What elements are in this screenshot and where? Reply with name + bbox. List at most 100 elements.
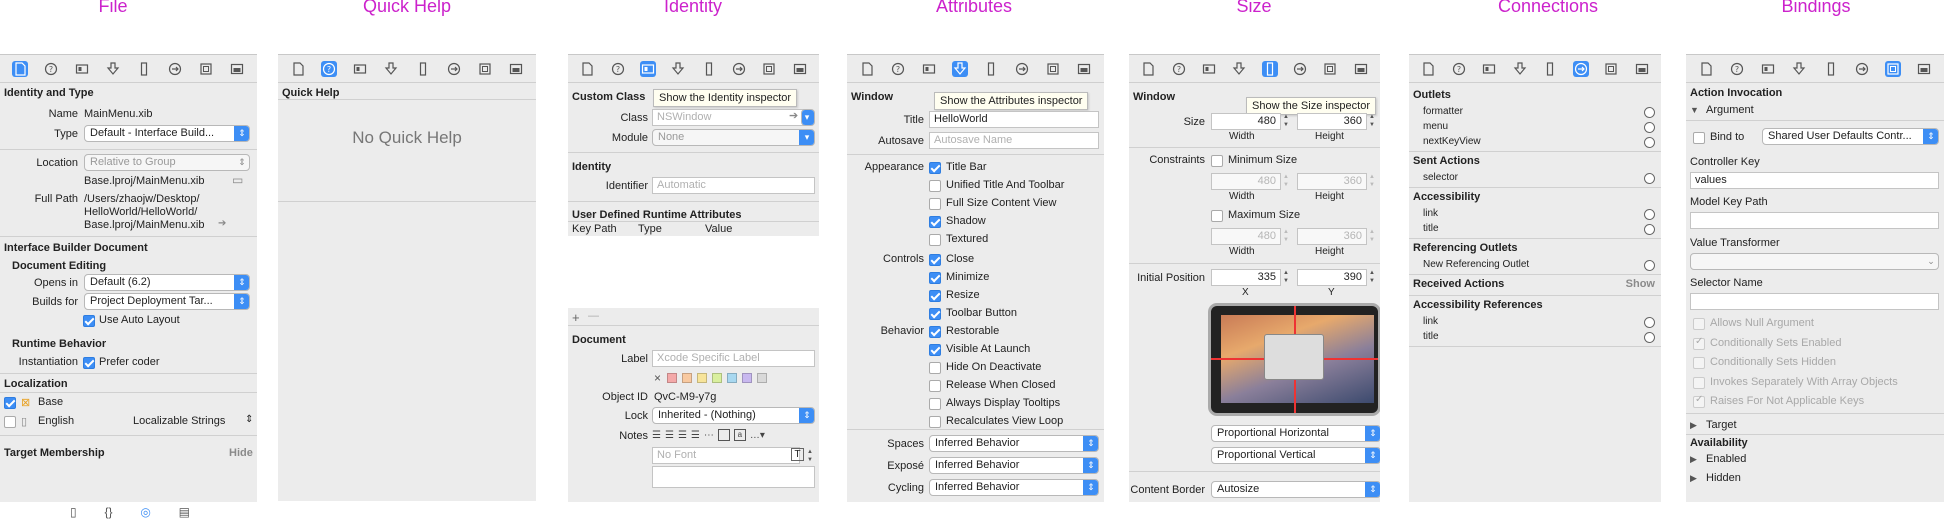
justify-icon[interactable]: ☰ [691, 430, 700, 441]
attributes-icon[interactable] [951, 60, 968, 77]
target-label[interactable]: Target [1706, 419, 1737, 431]
controller-key-field[interactable]: values [1690, 172, 1939, 189]
label-color-swatch[interactable] [667, 373, 677, 383]
identity-icon[interactable] [1201, 61, 1217, 77]
attributes-icon[interactable] [105, 61, 121, 77]
natural-align-icon[interactable]: ⋯ [704, 430, 714, 441]
align-center-icon[interactable]: ☰ [665, 430, 674, 441]
file-icon[interactable] [290, 61, 306, 77]
bindings-icon[interactable] [198, 61, 214, 77]
align-left-icon[interactable]: ☰ [652, 430, 661, 441]
attr-checkbox[interactable] [929, 362, 941, 374]
size-icon[interactable] [983, 61, 999, 77]
bind-to-checkbox[interactable] [1693, 132, 1705, 144]
show-button[interactable]: Show [1626, 278, 1655, 290]
quick-help-icon[interactable]: ? [610, 61, 626, 77]
loc-english-checkbox[interactable] [4, 416, 16, 428]
connection-well-icon[interactable] [1644, 209, 1655, 220]
module-popup[interactable]: None ▾ [652, 129, 815, 146]
udra-table[interactable] [568, 236, 819, 308]
connections-icon[interactable] [1292, 61, 1308, 77]
size-icon[interactable] [1261, 60, 1278, 77]
attr-checkbox[interactable] [929, 398, 941, 410]
file-template-icon[interactable]: ▯ [70, 505, 77, 521]
max-height-stepper[interactable]: ▲ ▼ [1368, 228, 1376, 245]
height-field[interactable]: 360 [1297, 113, 1367, 130]
autosave-field[interactable]: Autosave Name [929, 132, 1099, 149]
connections-icon[interactable] [446, 61, 462, 77]
label-color-swatch[interactable] [742, 373, 752, 383]
effects-icon[interactable] [508, 61, 524, 77]
hidden-label[interactable]: Hidden [1706, 472, 1741, 484]
binding-option-checkbox[interactable] [1693, 336, 1705, 350]
effects-icon[interactable] [1634, 61, 1650, 77]
identity-icon[interactable] [1481, 61, 1497, 77]
class-field[interactable]: NSWindow [652, 109, 806, 126]
bind-to-popup[interactable]: Shared User Defaults Contr... ⇕ [1762, 128, 1939, 145]
quick-help-icon[interactable]: ? [1171, 61, 1187, 77]
file-icon[interactable] [11, 60, 28, 77]
width-stepper[interactable]: ▲ ▼ [1282, 113, 1290, 130]
col-type[interactable]: Type [638, 223, 662, 235]
x-field[interactable]: 335 [1211, 269, 1281, 286]
model-key-path-field[interactable] [1690, 212, 1939, 229]
identity-icon[interactable] [352, 61, 368, 77]
size-icon[interactable] [1542, 61, 1558, 77]
screen-position-preview[interactable] [1208, 303, 1380, 416]
identity-icon[interactable] [921, 61, 937, 77]
file-icon[interactable] [1698, 61, 1714, 77]
size-icon[interactable] [1823, 61, 1839, 77]
connections-icon[interactable] [1572, 60, 1589, 77]
quick-help-icon[interactable]: ? [320, 60, 337, 77]
min-height-field[interactable]: 360 [1297, 173, 1367, 190]
identifier-field[interactable]: Automatic [652, 177, 815, 194]
loc-english-value[interactable]: Localizable Strings [133, 415, 225, 427]
spaces-popup[interactable]: Inferred Behavior ⇕ [929, 435, 1099, 452]
connections-icon[interactable] [1854, 61, 1870, 77]
attr-checkbox[interactable] [929, 344, 941, 356]
attr-checkbox[interactable] [929, 234, 941, 246]
bindings-icon[interactable] [761, 61, 777, 77]
media-library-icon[interactable]: ▤ [179, 505, 190, 521]
label-color-swatch[interactable] [727, 373, 737, 383]
attr-checkbox[interactable] [929, 290, 941, 302]
disclosure-down-icon[interactable]: ▼ [1690, 105, 1699, 115]
effects-icon[interactable] [229, 61, 245, 77]
label-color-swatch[interactable] [682, 373, 692, 383]
arrow-circle-icon[interactable]: ➔ [789, 109, 798, 122]
proportional-vertical-popup[interactable]: Proportional Vertical ⇕ [1211, 447, 1380, 464]
quick-help-icon[interactable]: ? [43, 61, 59, 77]
col-value[interactable]: Value [705, 223, 732, 235]
chevron-updown-icon[interactable]: ⇕ [245, 414, 253, 425]
binding-option-checkbox[interactable] [1693, 376, 1705, 389]
window-position-box[interactable] [1264, 334, 1324, 380]
background-color-icon[interactable]: a [733, 429, 746, 441]
notes-text-area[interactable] [652, 466, 815, 488]
col-keypath[interactable]: Key Path [572, 223, 617, 235]
identity-icon[interactable] [1760, 61, 1776, 77]
y-stepper[interactable]: ▲ ▼ [1368, 269, 1376, 286]
use-auto-layout-checkbox[interactable] [83, 315, 95, 327]
connection-well-icon[interactable] [1644, 317, 1655, 328]
attr-checkbox[interactable] [929, 326, 941, 338]
attributes-icon[interactable] [1512, 61, 1528, 77]
disclosure-right-icon[interactable]: ▶ [1690, 473, 1697, 484]
disclosure-right-icon[interactable]: ▶ [1690, 420, 1697, 431]
attr-checkbox[interactable] [929, 198, 941, 210]
identity-icon[interactable] [74, 61, 90, 77]
effects-icon[interactable] [1076, 61, 1092, 77]
stepper-icon[interactable]: ▲ ▼ [806, 448, 814, 465]
attr-checkbox[interactable] [929, 216, 941, 228]
height-stepper[interactable]: ▲ ▼ [1368, 113, 1376, 130]
connections-icon[interactable] [167, 61, 183, 77]
min-height-stepper[interactable]: ▲ ▼ [1368, 173, 1376, 190]
disclosure-right-icon[interactable]: ▶ [1690, 454, 1697, 465]
max-width-stepper[interactable]: ▲ ▼ [1282, 228, 1290, 245]
title-field[interactable]: HelloWorld [929, 111, 1099, 128]
effects-icon[interactable] [1916, 61, 1932, 77]
class-dropdown[interactable]: ▾ [801, 109, 815, 126]
type-popup[interactable]: Default - Interface Build... ⇕ [84, 125, 250, 142]
size-icon[interactable] [136, 61, 152, 77]
label-color-swatch[interactable] [712, 373, 722, 383]
attr-checkbox[interactable] [929, 254, 941, 266]
